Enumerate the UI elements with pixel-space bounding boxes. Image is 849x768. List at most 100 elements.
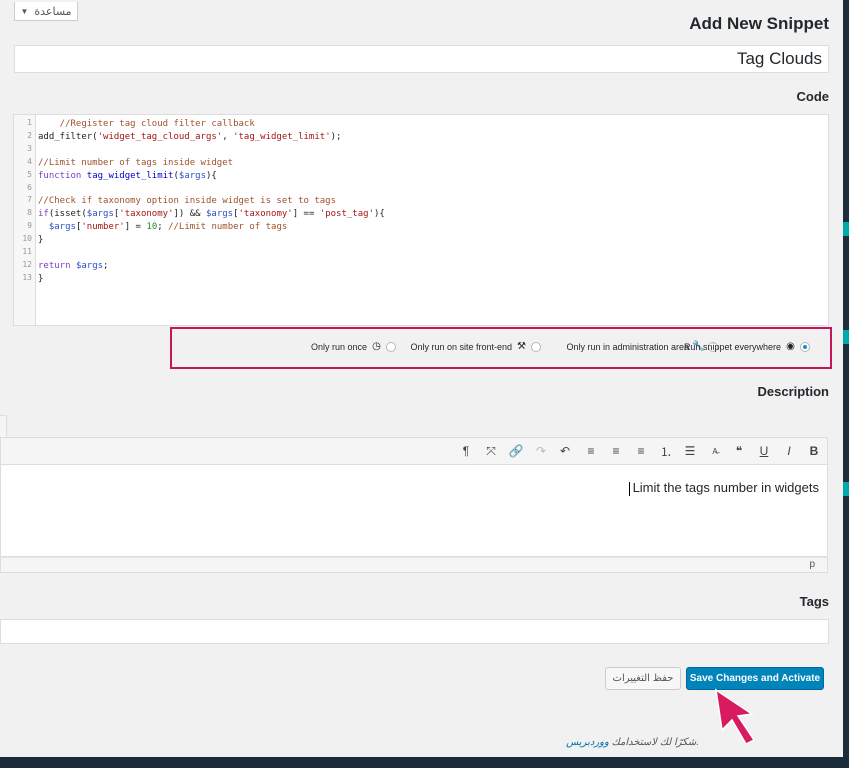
scope-option[interactable]: Only run once ◷ <box>311 341 396 352</box>
code-token: , <box>222 131 234 142</box>
line-number: 5 <box>27 169 32 179</box>
align-right-icon[interactable]: ≡ <box>582 442 600 460</box>
code-token: ] = <box>124 222 147 233</box>
code-token: function <box>38 170 87 181</box>
edge-marker <box>843 482 849 496</box>
code-token: 'taxonomy' <box>238 209 293 220</box>
line-number: 6 <box>27 182 32 192</box>
fullscreen-icon[interactable]: ⤧ <box>482 442 500 460</box>
ordered-list-icon[interactable]: ⒈ <box>657 442 675 460</box>
scope-option-label: Run snippet everywhere <box>683 341 781 352</box>
code-token: //Check if taxonomy option inside widget… <box>38 196 337 207</box>
description-editor[interactable]: Limit the tags number in widgets <box>0 465 828 557</box>
footer-thanks: شكرًا لك لاستخدامك ووردبريس. <box>566 737 699 748</box>
redo-icon[interactable]: ↷ <box>532 442 550 460</box>
line-number: 10 <box>22 234 32 244</box>
undo-icon[interactable]: ↶ <box>556 442 574 460</box>
code-line: function tag_widget_limit($args){ <box>38 170 217 182</box>
edge-marker <box>843 222 849 236</box>
clock-icon: ◷ <box>372 341 381 352</box>
line-number: 1 <box>27 118 32 127</box>
code-line: return $args; <box>38 260 108 272</box>
line-number: 13 <box>22 272 32 282</box>
scope-radio[interactable] <box>531 341 541 352</box>
code-token: } <box>38 235 44 246</box>
save-and-activate-button[interactable]: Save Changes and Activate <box>686 667 824 690</box>
code-token: ){ <box>206 170 217 181</box>
code-token: ]) && <box>173 209 206 220</box>
scope-option[interactable]: Run snippet everywhere ◉ <box>684 341 810 352</box>
code-token: 'tag_widget_limit' <box>233 131 331 142</box>
align-center-icon[interactable]: ≡ <box>607 442 625 460</box>
code-line: } <box>38 234 43 246</box>
code-token: $args <box>178 170 206 181</box>
blockquote-icon[interactable]: ❝ <box>730 442 748 460</box>
code-line: $args['number'] = 10; //Limit number of … <box>38 221 287 233</box>
scope-option-label: Only run on site front-end <box>410 341 512 352</box>
help-tab[interactable]: ▼ مساعدة <box>14 2 78 21</box>
code-line: } <box>38 273 43 285</box>
save-changes-button[interactable]: حفظ التغييرات <box>605 667 681 690</box>
italic-icon[interactable]: I <box>780 442 798 460</box>
caret-down-icon: ▼ <box>20 6 29 16</box>
code-section-label: Code <box>796 89 830 104</box>
align-left-icon[interactable]: ≡ <box>632 442 650 460</box>
code-token: ; <box>103 260 109 271</box>
tags-input[interactable] <box>0 619 829 644</box>
code-token: 'post_tag' <box>319 209 374 220</box>
scope-radio[interactable] <box>386 341 396 352</box>
code-token: return <box>38 260 76 271</box>
window-edge <box>843 0 849 757</box>
line-number: 7 <box>27 195 32 205</box>
unordered-list-icon[interactable]: ☰ <box>681 442 699 460</box>
paragraph-icon[interactable]: ¶ <box>457 442 475 460</box>
code-token: $args <box>48 222 76 233</box>
underline-icon[interactable]: U <box>755 442 773 460</box>
code-token: 'number' <box>81 222 125 233</box>
line-number: 3 <box>27 143 32 153</box>
tags-section-label: Tags <box>799 594 829 609</box>
code-token: ){ <box>373 209 385 220</box>
editor-statusbar: p <box>0 557 828 573</box>
code-line: //Register tag cloud filter callback <box>38 118 255 130</box>
code-line: //Check if taxonomy option inside widget… <box>38 195 336 207</box>
description-editor-toolbar: ¶ ⤧ 🔗 ↷ ↶ ≡ ≡ ≡ ⒈ ☰ A̶ ❝ U I B <box>0 437 828 465</box>
page-title: Add New Snippet <box>689 14 829 33</box>
code-token: (isset( <box>48 209 87 220</box>
code-token: 'taxonomy' <box>119 209 174 220</box>
description-section-label: Description <box>757 384 829 399</box>
globe-icon: ◉ <box>786 341 795 352</box>
editor-mode-tab[interactable] <box>0 415 7 437</box>
line-number: 9 <box>27 221 32 231</box>
scope-option-label: Only run once <box>310 341 367 352</box>
bold-icon[interactable]: B <box>805 442 823 460</box>
code-token: 10 <box>146 222 158 233</box>
scope-options-group: Only run once ◷ Only run on site front-end… <box>170 327 832 369</box>
code-token: add_filter( <box>38 131 98 142</box>
code-token: if <box>38 209 49 220</box>
link-icon[interactable]: 🔗 <box>507 442 525 460</box>
code-token: //Limit number of tags <box>168 222 288 233</box>
line-number: 12 <box>22 259 32 269</box>
help-tab-label: مساعدة <box>34 5 72 18</box>
code-token: //Register tag cloud filter callback <box>38 119 255 129</box>
code-token: $args <box>206 209 234 220</box>
scope-option[interactable]: Only run on site front-end ⚒ <box>410 341 541 352</box>
os-taskbar <box>0 757 849 768</box>
pointer-arrow-icon <box>715 688 756 745</box>
code-token: $args <box>75 260 104 271</box>
code-line: //Limit number of tags inside widget <box>38 157 233 169</box>
edge-marker <box>843 330 849 344</box>
code-editor[interactable]: 1 2 3 4 5 6 7 8 9 10 11 12 13 //Register tag cloud f… <box>13 114 829 326</box>
code-line: if(isset($args['taxonomy']) && $args['ta… <box>38 208 385 220</box>
line-number: 8 <box>27 208 32 218</box>
text-cursor <box>628 481 630 496</box>
code-token: //Limit number of tags inside widget <box>38 157 234 168</box>
scope-radio[interactable] <box>800 341 810 352</box>
code-token: ; <box>157 222 169 233</box>
strikethrough-icon[interactable]: A̶ <box>706 442 724 460</box>
line-number: 4 <box>27 156 32 166</box>
snippet-title-input[interactable]: Tag Clouds <box>14 45 829 73</box>
line-number: 11 <box>22 247 32 256</box>
